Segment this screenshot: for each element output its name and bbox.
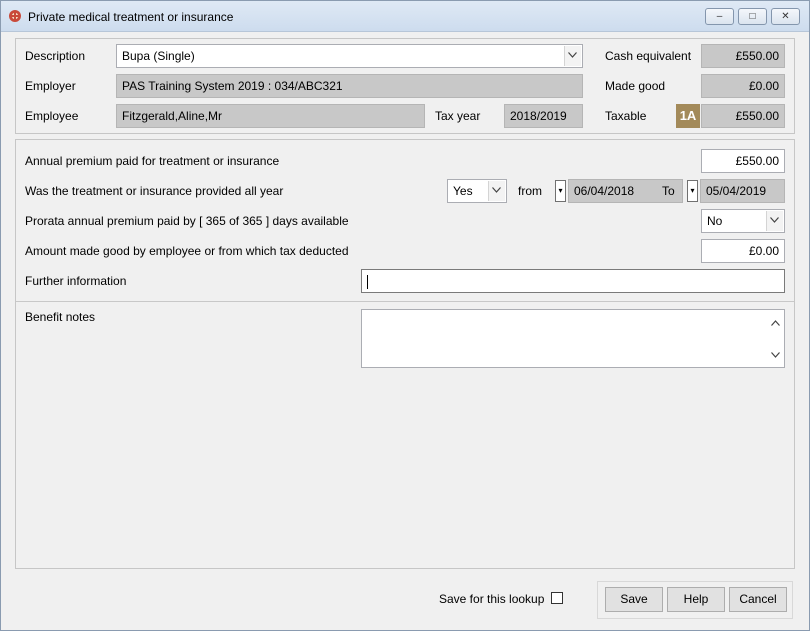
scroll-up-icon[interactable]	[771, 315, 780, 329]
all-year-label: Was the treatment or insurance provided …	[25, 184, 284, 198]
dropdown-icon: ▾	[558, 186, 563, 195]
annual-premium-input[interactable]: £550.00	[701, 149, 785, 173]
employee-label: Employee	[25, 109, 79, 123]
close-button[interactable]: ✕	[771, 8, 800, 25]
tax-year-field: 2018/2019	[504, 104, 583, 128]
dropdown-icon: ▾	[690, 186, 695, 195]
taxable-field: £550.00	[701, 104, 785, 128]
to-date-picker-button[interactable]: ▾	[687, 180, 698, 202]
maximize-icon: □	[749, 11, 756, 22]
tax-year-label: Tax year	[435, 109, 481, 123]
save-for-lookup-checkbox[interactable]	[551, 592, 563, 604]
minimize-icon: –	[716, 11, 723, 22]
all-year-value: Yes	[453, 184, 473, 198]
window-title: Private medical treatment or insurance	[28, 10, 234, 24]
to-label: To	[662, 184, 675, 198]
section-divider	[16, 301, 794, 302]
further-info-label: Further information	[25, 274, 127, 288]
description-select[interactable]: Bupa (Single)	[116, 44, 583, 68]
made-good-label: Made good	[605, 79, 666, 93]
minimize-button[interactable]: –	[705, 8, 734, 25]
title-bar: Private medical treatment or insurance –…	[1, 1, 809, 32]
cash-equivalent-label: Cash equivalent	[605, 49, 692, 63]
scroll-down-icon[interactable]	[771, 347, 780, 361]
benefit-notes-label: Benefit notes	[25, 310, 96, 324]
cash-equivalent-field: £550.00	[701, 44, 785, 68]
prorata-select[interactable]: No	[701, 209, 785, 233]
maximize-button[interactable]: □	[738, 8, 767, 25]
save-button[interactable]: Save	[605, 587, 663, 612]
from-label: from	[518, 184, 542, 198]
chevron-down-icon	[766, 211, 783, 231]
chevron-down-icon	[564, 46, 581, 66]
dialog-window: Private medical treatment or insurance –…	[0, 0, 810, 631]
prorata-value: No	[707, 214, 723, 228]
close-icon: ✕	[781, 11, 790, 22]
description-label: Description	[25, 49, 86, 63]
amount-made-good-input[interactable]: £0.00	[701, 239, 785, 263]
employee-field: Fitzgerald,Aline,Mr	[116, 104, 425, 128]
further-info-input[interactable]	[361, 269, 785, 293]
chevron-down-icon	[488, 181, 505, 201]
employer-field: PAS Training System 2019 : 034/ABC321	[116, 74, 583, 98]
from-date-picker-button[interactable]: ▾	[555, 180, 566, 202]
taxable-label: Taxable	[605, 109, 647, 123]
made-good-field: £0.00	[701, 74, 785, 98]
amount-made-good-label: Amount made good by employee or from whi…	[25, 244, 349, 258]
cancel-button[interactable]: Cancel	[729, 587, 787, 612]
employer-label: Employer	[25, 79, 76, 93]
benefit-notes-textarea[interactable]	[361, 309, 785, 368]
all-year-select[interactable]: Yes	[447, 179, 507, 203]
save-for-lookup-label: Save for this lookup	[439, 592, 545, 606]
prorata-label: Prorata annual premium paid by [ 365 of …	[25, 214, 349, 228]
annual-premium-label: Annual premium paid for treatment or ins…	[25, 154, 280, 168]
description-value: Bupa (Single)	[122, 49, 195, 63]
text-cursor	[367, 274, 368, 289]
app-icon	[8, 9, 22, 23]
taxable-category-badge: 1A	[676, 104, 700, 128]
help-button[interactable]: Help	[667, 587, 725, 612]
to-date-field: 05/04/2019	[700, 179, 785, 203]
